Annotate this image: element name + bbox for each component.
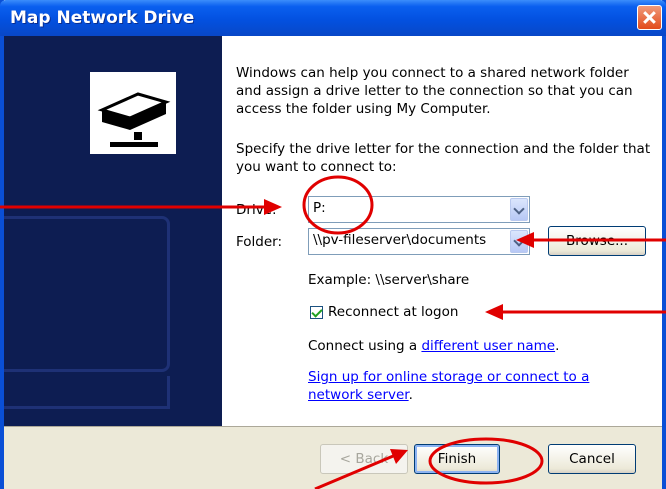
drive-label: Drive: xyxy=(236,202,277,218)
title-bar[interactable]: Map Network Drive xyxy=(0,0,666,36)
browse-button-label: Browse... xyxy=(565,233,629,249)
folder-value: \\pv-fileserver\documents xyxy=(313,232,487,248)
wizard-content: Windows can help you connect to a shared… xyxy=(222,36,662,426)
folder-combobox[interactable]: \\pv-fileserver\documents xyxy=(308,228,530,255)
reconnect-label[interactable]: Reconnect at logon xyxy=(328,304,458,320)
network-drive-icon xyxy=(90,72,176,154)
back-button-label: < Back xyxy=(339,451,389,467)
instruction-text: Specify the drive letter for the connect… xyxy=(236,141,651,175)
drive-combobox[interactable]: P: xyxy=(308,196,530,223)
example-text: Example: \\server\share xyxy=(308,272,470,288)
signup-link[interactable]: Sign up for online storage or connect to… xyxy=(308,369,589,403)
wizard-side-panel xyxy=(4,36,222,426)
connect-using-prefix: Connect using a xyxy=(308,338,422,354)
monitor-graphic xyxy=(4,216,170,372)
window-title: Map Network Drive xyxy=(10,8,195,28)
button-bar: < Back Finish Cancel xyxy=(4,426,662,489)
browse-button[interactable]: Browse... xyxy=(548,226,646,256)
cancel-button[interactable]: Cancel xyxy=(548,444,636,474)
connect-using-text: Connect using a different user name. xyxy=(308,338,559,354)
map-network-drive-dialog: Map Network Drive Windows can help you c… xyxy=(0,0,666,489)
folder-label: Folder: xyxy=(236,234,283,250)
close-icon[interactable] xyxy=(637,5,662,30)
intro-text: Windows can help you connect to a shared… xyxy=(236,65,633,117)
finish-button-label: Finish xyxy=(437,451,477,467)
connect-using-suffix: . xyxy=(555,338,560,354)
drive-value: P: xyxy=(313,200,326,216)
chevron-down-icon[interactable] xyxy=(510,230,528,253)
signup-suffix: . xyxy=(408,387,413,403)
chevron-down-icon[interactable] xyxy=(510,198,528,221)
different-user-name-link[interactable]: different user name xyxy=(421,338,555,354)
back-button[interactable]: < Back xyxy=(320,444,408,474)
finish-button[interactable]: Finish xyxy=(414,444,500,474)
signup-text: Sign up for online storage or connect to… xyxy=(308,368,608,404)
monitor-stand-graphic xyxy=(4,376,170,409)
reconnect-checkbox[interactable] xyxy=(310,306,323,319)
cancel-button-label: Cancel xyxy=(569,451,615,467)
